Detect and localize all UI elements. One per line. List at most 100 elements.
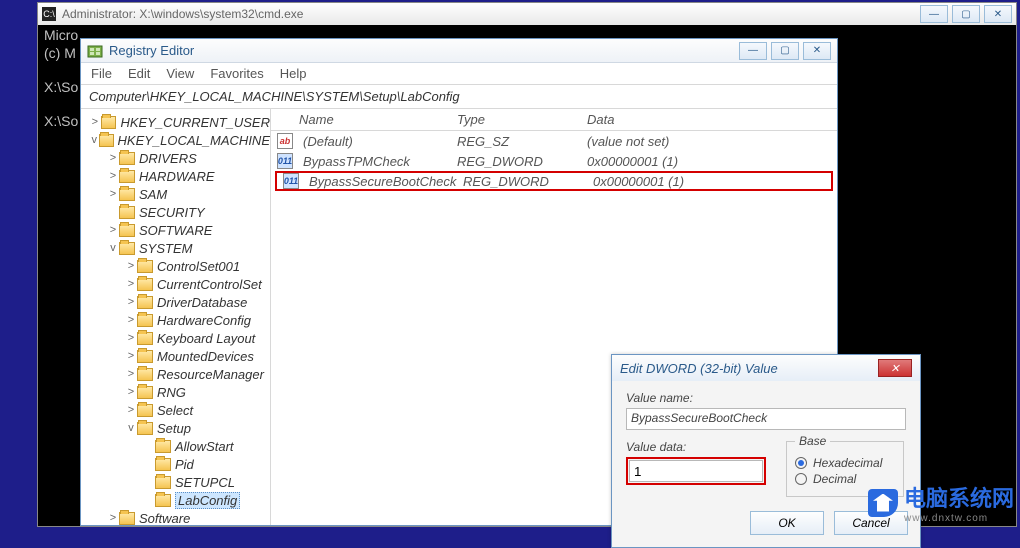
expand-icon[interactable]: v [125,422,137,434]
menu-help[interactable]: Help [280,66,307,81]
tree-node[interactable]: >Software [81,509,270,525]
folder-icon [119,170,135,183]
expand-icon[interactable] [107,206,119,218]
value-type: REG_DWORD [457,174,587,189]
tree-node[interactable]: > HardwareConfig [81,311,270,329]
tree-node[interactable]: Pid [81,455,270,473]
registry-value-list: Name Type Data ab(Default)REG_SZ(value n… [271,109,837,525]
expand-icon[interactable]: > [125,260,137,272]
value-data: 0x00000001 (1) [581,154,837,169]
tree-node[interactable]: >HKEY_CURRENT_USER [81,113,270,131]
expand-icon[interactable]: > [107,170,119,182]
tree-node[interactable]: AllowStart [81,437,270,455]
tree-node[interactable]: >DriverDatabase [81,293,270,311]
tree-node[interactable]: > ResourceManager [81,365,270,383]
regedit-close-button[interactable]: ✕ [803,42,831,60]
expand-icon[interactable]: > [125,350,137,362]
regedit-address-bar[interactable]: Computer\HKEY_LOCAL_MACHINE\SYSTEM\Setup… [81,85,837,109]
expand-icon[interactable]: > [125,386,137,398]
tree-node[interactable]: v HKEY_LOCAL_MACHINE [81,131,270,149]
cmd-titlebar[interactable]: C:\ Administrator: X:\windows\system32\c… [38,3,1016,25]
folder-icon [99,134,113,147]
value-data: 0x00000001 (1) [587,174,831,189]
expand-icon[interactable]: > [107,224,119,236]
tree-label: SECURITY [139,205,205,220]
folder-icon [119,242,135,255]
folder-icon [137,332,153,345]
cmd-icon: C:\ [42,7,56,21]
menu-view[interactable]: View [166,66,194,81]
cmd-maximize-button[interactable]: ▢ [952,5,980,23]
tree-node[interactable]: >MountedDevices [81,347,270,365]
expand-icon[interactable]: > [107,152,119,164]
value-row[interactable]: 011BypassTPMCheckREG_DWORD0x00000001 (1) [271,151,837,171]
tree-node[interactable]: SETUPCL [81,473,270,491]
expand-icon[interactable]: > [125,296,137,308]
col-type[interactable]: Type [451,112,581,127]
folder-icon [119,224,135,237]
tree-node[interactable]: > DRIVERS [81,149,270,167]
tree-label: SETUPCL [175,475,235,490]
tree-node[interactable]: > RNG [81,383,270,401]
value-data-input[interactable] [629,460,763,482]
expand-icon[interactable]: > [125,404,137,416]
radio-hexadecimal[interactable]: Hexadecimal [795,456,895,470]
tree-node[interactable]: v SYSTEM [81,239,270,257]
dialog-titlebar[interactable]: Edit DWORD (32-bit) Value ✕ [612,355,920,381]
tree-node[interactable]: >Keyboard Layout [81,329,270,347]
folder-icon [137,368,153,381]
value-row[interactable]: 011BypassSecureBootCheckREG_DWORD0x00000… [275,171,833,191]
expand-icon[interactable]: v [107,242,119,254]
expand-icon[interactable] [143,458,155,470]
col-name[interactable]: Name [271,112,451,127]
expand-icon[interactable]: > [125,332,137,344]
value-name-label: Value name: [626,391,906,405]
tree-node[interactable]: >Select [81,401,270,419]
expand-icon[interactable]: > [125,314,137,326]
menu-favorites[interactable]: Favorites [210,66,263,81]
expand-icon[interactable]: > [125,278,137,290]
tree-node[interactable]: >HARDWARE [81,167,270,185]
regedit-icon [87,43,103,59]
tree-node[interactable]: >ControlSet001 [81,257,270,275]
tree-node[interactable]: vSetup [81,419,270,437]
regedit-titlebar[interactable]: Registry Editor — ▢ ✕ [81,39,837,63]
expand-icon[interactable]: > [89,116,101,128]
menu-edit[interactable]: Edit [128,66,150,81]
tree-node[interactable]: > SOFTWARE [81,221,270,239]
tree-label: ResourceManager [157,367,264,382]
tree-label: RNG [157,385,186,400]
tree-label: HardwareConfig [157,313,251,328]
tree-node[interactable]: SECURITY [81,203,270,221]
tree-label: SYSTEM [139,241,192,256]
expand-icon[interactable] [143,440,155,452]
col-data[interactable]: Data [581,112,837,127]
dialog-close-button[interactable]: ✕ [878,359,912,377]
regedit-maximize-button[interactable]: ▢ [771,42,799,60]
expand-icon[interactable] [143,476,155,488]
expand-icon[interactable] [143,494,155,506]
expand-icon[interactable]: > [107,512,119,524]
folder-icon [137,386,153,399]
cmd-close-button[interactable]: ✕ [984,5,1012,23]
tree-node[interactable]: LabConfig [81,491,270,509]
cmd-minimize-button[interactable]: — [920,5,948,23]
folder-icon [137,350,153,363]
tree-label: Pid [175,457,194,472]
regedit-minimize-button[interactable]: — [739,42,767,60]
expand-icon[interactable]: v [89,134,99,146]
registry-tree[interactable]: >HKEY_CURRENT_USERv HKEY_LOCAL_MACHINE > DR… [81,109,271,525]
menu-file[interactable]: File [91,66,112,81]
tree-label: HKEY_LOCAL_MACHINE [118,133,270,148]
folder-icon [137,278,153,291]
tree-node[interactable]: >SAM [81,185,270,203]
tree-node[interactable]: >CurrentControlSet [81,275,270,293]
registry-editor-window: Registry Editor — ▢ ✕ File Edit View Fav… [80,38,838,526]
tree-label: DRIVERS [139,151,197,166]
ok-button[interactable]: OK [750,511,824,535]
expand-icon[interactable]: > [125,368,137,380]
folder-icon [137,422,153,435]
tree-label: SOFTWARE [139,223,212,238]
value-row[interactable]: ab(Default)REG_SZ(value not set) [271,131,837,151]
expand-icon[interactable]: > [107,188,119,200]
